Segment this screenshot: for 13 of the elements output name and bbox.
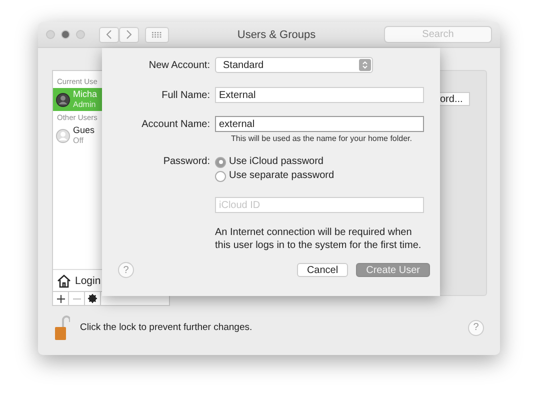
internet-note: An Internet connection will be required when this user logs in to the system for the first time. xyxy=(215,226,422,252)
field-label: Account Name: xyxy=(140,118,210,132)
field-label: Full Name: xyxy=(160,89,210,103)
user-name: Gues xyxy=(73,125,95,136)
lock-message: Click the lock to prevent further changes. xyxy=(80,322,254,333)
user-role: Off xyxy=(73,136,85,146)
window-title: Users & Groups xyxy=(236,28,317,40)
login-options-label: Login xyxy=(75,274,101,286)
user-name: Micha xyxy=(73,89,98,100)
field-hint: This will be used as the name for your home folder. xyxy=(230,133,413,143)
field-label: Password: xyxy=(162,155,210,169)
field-label: New Account: xyxy=(148,59,210,73)
user-role: Admin xyxy=(73,100,97,110)
